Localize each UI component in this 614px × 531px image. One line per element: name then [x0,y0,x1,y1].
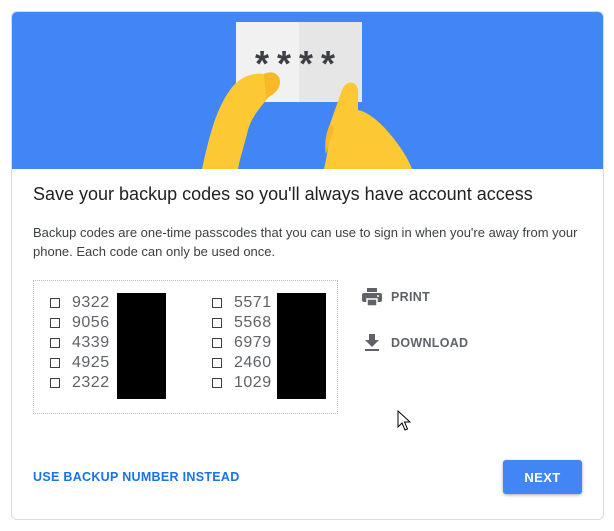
code-value: 1029 [234,374,272,391]
code-checkbox[interactable] [50,358,60,368]
print-button[interactable]: PRINT [362,288,430,306]
code-item: 2322 [50,373,110,393]
code-value: 2460 [234,354,272,371]
codes-column-1: 9322 9056 4339 4925 2322 [50,293,110,393]
code-checkbox[interactable] [212,378,222,388]
hero-banner: **** [12,12,603,169]
code-value: 9322 [72,294,110,311]
download-label: DOWNLOAD [391,336,469,350]
mouse-cursor-icon [397,410,411,431]
code-value: 5568 [234,314,272,331]
code-item: 2460 [212,353,272,373]
codes-column-2: 5571 5568 6979 2460 1029 [212,293,272,393]
print-label: PRINT [391,290,430,304]
code-checkbox[interactable] [50,318,60,328]
printer-icon [362,288,382,306]
code-value: 6979 [234,334,272,351]
backup-codes-list: 9322 9056 4339 4925 2322 5571 5568 6979 … [33,280,338,414]
code-checkbox[interactable] [212,298,222,308]
download-button[interactable]: DOWNLOAD [362,334,468,352]
code-checkbox[interactable] [212,358,222,368]
code-item: 4339 [50,333,110,353]
next-button[interactable]: NEXT [503,460,582,494]
code-value: 2322 [72,374,110,391]
redaction-block [277,293,326,399]
page-description: Backup codes are one-time passcodes that… [33,225,578,259]
left-hand [202,73,273,169]
code-value: 9056 [72,314,110,331]
download-icon [365,334,379,351]
redaction-block [117,293,166,399]
code-value: 4925 [72,354,110,371]
hands-holding-card-illustration: **** [202,22,412,169]
code-checkbox[interactable] [50,338,60,348]
code-item: 9322 [50,293,110,313]
code-item: 5571 [212,293,272,313]
code-item: 6979 [212,333,272,353]
code-item: 5568 [212,313,272,333]
backup-codes-card: **** Save your backup codes so you'll al… [11,11,604,520]
code-item: 1029 [212,373,272,393]
code-item: 9056 [50,313,110,333]
code-item: 4925 [50,353,110,373]
code-checkbox[interactable] [212,318,222,328]
use-backup-number-link[interactable]: USE BACKUP NUMBER INSTEAD [33,470,240,484]
code-checkbox[interactable] [50,298,60,308]
code-checkbox[interactable] [50,378,60,388]
code-checkbox[interactable] [212,338,222,348]
page-title: Save your backup codes so you'll always … [33,184,533,204]
code-value: 4339 [72,334,110,351]
code-value: 5571 [234,294,272,311]
